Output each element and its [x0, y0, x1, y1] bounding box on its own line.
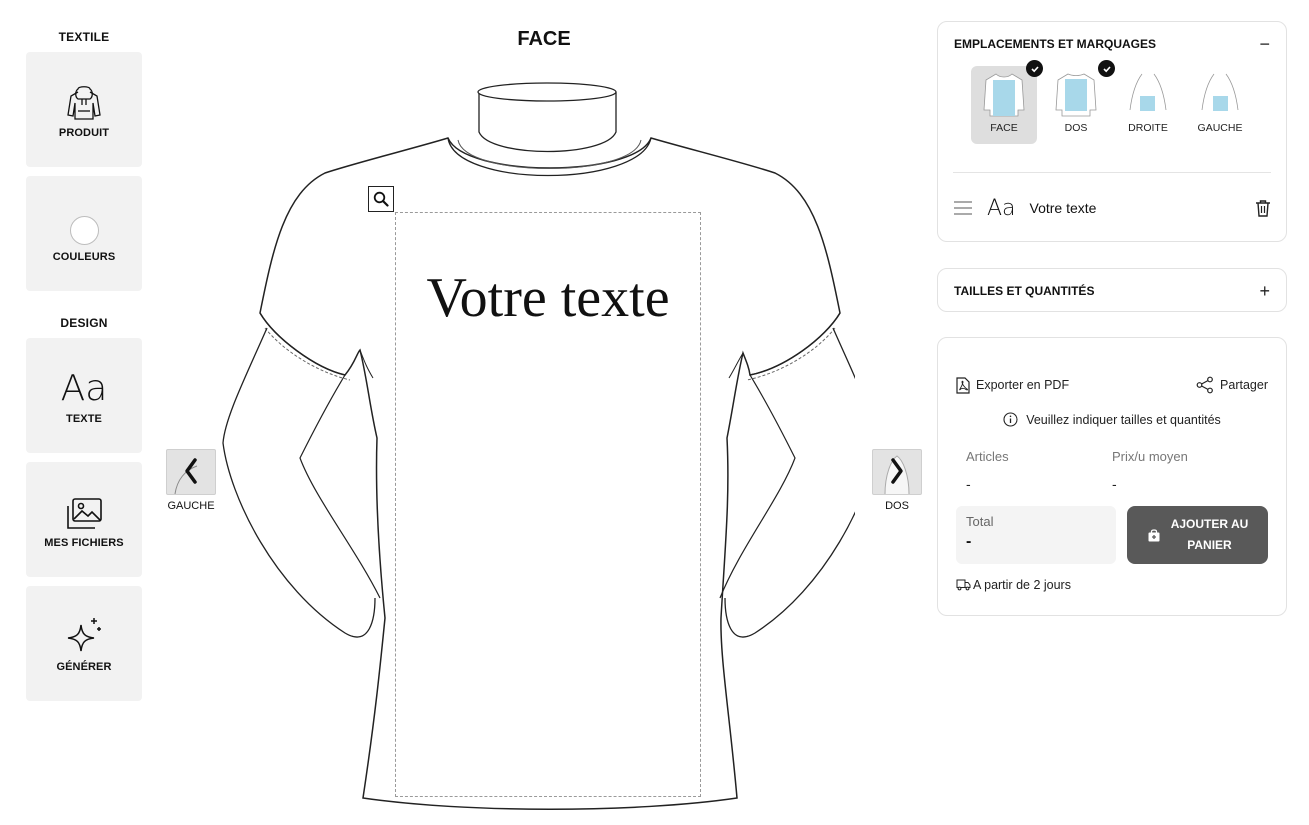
placement-label: DOS — [1064, 122, 1088, 134]
chevron-left-icon — [174, 458, 198, 494]
placement-right[interactable]: DROITE — [1115, 66, 1181, 144]
share-label: Partager — [1220, 378, 1268, 392]
sizes-header[interactable]: TAILLES ET QUANTITÉS + — [938, 269, 1286, 313]
placement-left[interactable]: GAUCHE — [1187, 66, 1253, 144]
placements-header[interactable]: EMPLACEMENTS ET MARQUAGES − — [938, 22, 1286, 66]
checkmark-icon — [1026, 60, 1043, 77]
design-section-title: DESIGN — [60, 316, 108, 330]
images-icon — [65, 491, 103, 531]
placement-label: DROITE — [1128, 122, 1168, 134]
delivery-info: A partir de 2 jours — [956, 578, 1268, 592]
textile-section-title: TEXTILE — [58, 30, 110, 44]
total-label: Total — [966, 514, 994, 529]
delivery-text: A partir de 2 jours — [973, 578, 1071, 592]
shirt-right-thumb-icon — [1129, 73, 1167, 111]
product-tool-label: PRODUIT — [58, 126, 110, 139]
placement-face[interactable]: FACE — [971, 60, 1043, 144]
next-view-button[interactable] — [872, 449, 922, 495]
text-aa-icon: Aa — [61, 367, 108, 407]
price-value: - — [1112, 476, 1117, 492]
colors-tool-label: COULEURS — [52, 250, 116, 263]
text-tool-button[interactable]: Aa TEXTE — [26, 338, 142, 453]
drag-handle-icon[interactable] — [953, 198, 973, 218]
chevron-right-icon — [884, 455, 910, 494]
add-to-cart-label: AJOUTER AU PANIER — [1171, 514, 1249, 556]
collapse-icon[interactable]: − — [1259, 35, 1270, 53]
design-layer-row[interactable]: Aa Votre texte — [938, 173, 1286, 243]
shirt-back-thumb-icon — [1055, 73, 1097, 117]
placements-card: EMPLACEMENTS ET MARQUAGES − FACE DOS DRO… — [937, 21, 1287, 242]
generate-tool-label: GÉNÉRER — [56, 660, 112, 673]
add-to-cart-button[interactable]: AJOUTER AU PANIER — [1127, 506, 1268, 564]
text-tool-label: TEXTE — [66, 412, 102, 425]
placements-title: EMPLACEMENTS ET MARQUAGES — [954, 37, 1157, 51]
color-swatch-icon — [69, 205, 99, 245]
placement-label: FACE — [990, 122, 1018, 134]
my-files-tool-label: MES FICHIERS — [44, 536, 124, 549]
my-files-tool-button[interactable]: MES FICHIERS — [26, 462, 142, 577]
notice-text: Veuillez indiquer tailles et quantités — [1026, 412, 1221, 427]
zoom-button[interactable] — [368, 186, 394, 212]
shirt-left-thumb-icon — [1201, 73, 1239, 111]
placement-label: GAUCHE — [1197, 122, 1243, 134]
pdf-file-icon — [956, 376, 970, 394]
text-aa-glyph: Aa — [60, 367, 108, 409]
layer-name: Votre texte — [1029, 200, 1097, 216]
summary-card: Exporter en PDF Partager Veuillez indiqu… — [937, 337, 1287, 616]
articles-label: Articles — [966, 449, 1009, 464]
shopping-bag-icon — [1148, 529, 1160, 542]
total-value: - — [966, 533, 972, 550]
add-to-cart-line1: AJOUTER AU — [1170, 517, 1249, 531]
design-text-element[interactable]: Votre texte — [395, 266, 701, 330]
magnifier-icon — [373, 191, 389, 207]
articles-stat: Articles - — [966, 449, 1112, 492]
price-label: Prix/u moyen — [1112, 449, 1188, 464]
hoodie-icon — [65, 81, 103, 121]
stats-row: Articles - Prix/u moyen - — [938, 449, 1286, 492]
colors-tool-button[interactable]: COULEURS — [26, 176, 142, 291]
export-pdf-label: Exporter en PDF — [976, 378, 1070, 392]
trash-icon[interactable] — [1255, 199, 1271, 217]
price-stat: Prix/u moyen - — [1112, 449, 1258, 492]
layer-type-icon: Aa — [987, 195, 1016, 221]
next-view-label: DOS — [885, 500, 909, 512]
share-button[interactable]: Partager — [1196, 376, 1268, 394]
shirt-front-thumb-icon — [983, 73, 1025, 117]
articles-value: - — [966, 476, 971, 492]
checkmark-icon — [1098, 60, 1115, 77]
placement-list: FACE DOS DROITE GAUCHE — [938, 60, 1286, 166]
product-tool-button[interactable]: PRODUIT — [26, 52, 142, 167]
placement-back[interactable]: DOS — [1043, 60, 1115, 144]
size-notice: Veuillez indiquer tailles et quantités — [938, 412, 1286, 427]
share-icon — [1196, 376, 1213, 394]
prev-view-label: GAUCHE — [167, 500, 215, 512]
expand-icon[interactable]: + — [1259, 282, 1270, 300]
export-pdf-button[interactable]: Exporter en PDF — [956, 376, 1070, 394]
view-title: FACE — [517, 28, 571, 50]
sizes-title: TAILLES ET QUANTITÉS — [954, 284, 1095, 298]
summary-actions: Exporter en PDF Partager — [938, 376, 1286, 394]
total-box: Total - — [956, 506, 1116, 564]
info-icon — [1003, 412, 1018, 427]
generate-tool-button[interactable]: GÉNÉRER — [26, 586, 142, 701]
prev-view-button[interactable] — [166, 449, 216, 495]
sizes-card[interactable]: TAILLES ET QUANTITÉS + — [937, 268, 1287, 312]
truck-icon — [956, 579, 971, 591]
sparkle-icon — [64, 615, 104, 655]
add-to-cart-line2: PANIER — [1187, 538, 1232, 552]
total-row: Total - AJOUTER AU PANIER — [938, 506, 1286, 564]
